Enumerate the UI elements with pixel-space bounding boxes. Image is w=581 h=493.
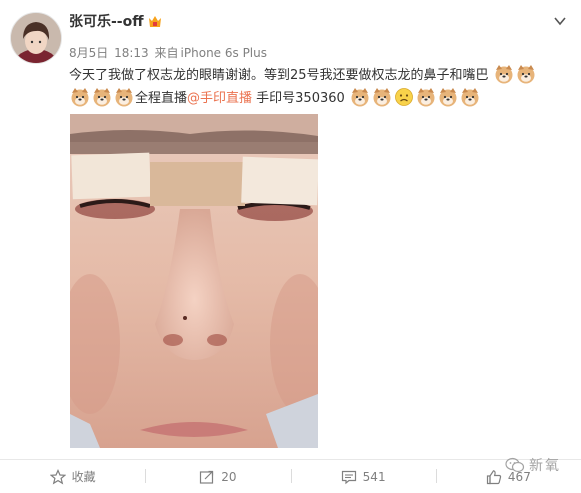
post-date[interactable]: 8月5日 [69,46,108,60]
source-prefix: 来自 [154,46,179,60]
content-text-1: 今天了我做了权志龙的眼睛谢谢。等到25号我还要做权志龙的鼻子和嘴巴 [69,68,489,83]
doge-emoji-icon [115,88,133,107]
favorite-label: 收藏 [71,470,96,484]
doge-emoji-icon [417,88,435,107]
watermark-text: 新氧 [529,458,561,474]
mention-link[interactable]: @手印直播 [187,91,252,106]
repost-button[interactable]: 20 [145,460,290,493]
weibo-post-card: 张可乐--off 8月5日 18:13 来自 iPhone 6s Plus 今天了… [0,0,581,493]
doge-emoji-icon [93,88,111,107]
post-meta: 8月5日 18:13 来自 iPhone 6s Plus [69,45,269,61]
member-badge-icon[interactable] [147,14,163,30]
comment-count: 541 [362,469,386,484]
sad-face-emoji-icon [395,88,413,106]
favorite-button[interactable]: 收藏 [0,460,145,493]
repost-count: 20 [221,469,237,484]
doge-emoji-icon [439,88,457,107]
post-photo[interactable] [70,114,318,448]
chevron-down-icon[interactable] [553,14,567,28]
action-bar: 收藏 20 541 467 [0,460,581,493]
source-device[interactable]: iPhone 6s Plus [181,46,267,60]
content-line-1: 今天了我做了权志龙的眼睛谢谢。等到25号我还要做权志龙的鼻子和嘴巴 [69,64,571,87]
content-text-2a: 全程直播 [135,91,188,106]
content-line-2: 全程直播@手印直播 手印号350360 [69,87,571,110]
post-content: 今天了我做了权志龙的眼睛谢谢。等到25号我还要做权志龙的鼻子和嘴巴 全程直播@手… [69,64,571,110]
doge-emoji-icon [71,88,89,107]
doge-emoji-icon [495,65,513,84]
post-time[interactable]: 18:13 [114,46,149,60]
username[interactable]: 张可乐--off [69,13,144,31]
doge-emoji-icon [351,88,369,107]
avatar[interactable] [10,12,62,64]
content-text-2b: 手印号350360 [252,91,345,106]
doge-emoji-icon [461,88,479,107]
thumbs-up-icon [486,469,502,484]
doge-emoji-icon [373,88,391,107]
repost-icon [200,470,214,484]
wechat-icon [505,457,525,473]
comment-icon [341,470,356,484]
watermark: 新氧 [505,455,561,475]
doge-emoji-icon [517,65,535,84]
star-icon [49,468,66,484]
comment-button[interactable]: 541 [290,460,436,493]
